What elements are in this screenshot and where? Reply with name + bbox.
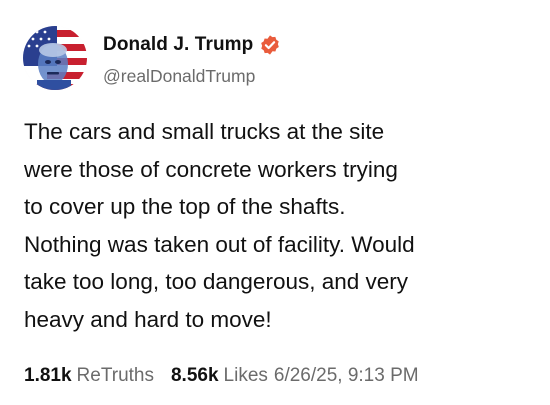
- likes-label: Likes: [223, 365, 268, 386]
- avatar[interactable]: [23, 26, 87, 90]
- verified-badge-icon: [259, 34, 281, 56]
- author-display-name[interactable]: Donald J. Trump: [103, 34, 253, 56]
- likes-stat[interactable]: 8.56k Likes: [171, 365, 268, 387]
- author-handle[interactable]: @realDonaldTrump: [103, 66, 255, 87]
- retruths-label: ReTruths: [76, 365, 154, 386]
- likes-count: 8.56k: [170, 365, 219, 386]
- post-timestamp[interactable]: 6/26/25, 9:13 PM: [274, 365, 419, 387]
- retruths-stat[interactable]: 1.81k ReTruths: [24, 365, 154, 387]
- retruths-count: 1.81k: [24, 365, 72, 386]
- avatar-flag-portrait-image: [23, 26, 87, 90]
- post-card: Donald J. Trump @realDonaldTrump The car…: [0, 0, 550, 405]
- author-name-row: Donald J. Trump: [103, 34, 281, 56]
- post-text: The cars and small trucks at the site we…: [24, 119, 415, 332]
- post-stats: 1.81k ReTruths 8.56k Likes 6/26/25, 9:13…: [24, 365, 419, 387]
